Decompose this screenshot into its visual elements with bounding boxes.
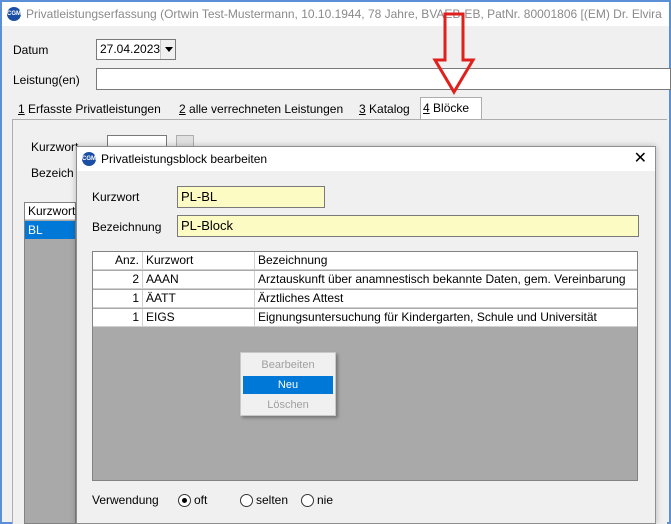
bg-block-list[interactable]: Kurzwort BL (24, 202, 76, 524)
dlg-bezeichnung-label: Bezeichnung (92, 220, 162, 234)
close-icon[interactable]: ✕ (634, 149, 647, 169)
table-row[interactable]: 1 ÄATT Ärztliches Attest (93, 290, 637, 308)
bg-kurzwort-label: Kurzwort (31, 140, 79, 154)
menu-item-neu[interactable]: Neu (243, 376, 333, 394)
dialog-title: Privatleistungsblock bearbeiten (101, 152, 268, 166)
bg-bezeichnung-label: Bezeich (31, 166, 74, 180)
table-header: Anz. Kurzwort Bezeichnung (93, 252, 637, 270)
datum-value: 27.04.2023 (100, 42, 161, 56)
dialog-app-icon: CGM (82, 152, 96, 166)
dialog-title-bar: CGM Privatleistungsblock bearbeiten ✕ (77, 147, 655, 171)
leistung-input[interactable] (96, 68, 671, 90)
radio-nie[interactable] (301, 494, 314, 507)
table-row[interactable]: 1 EIGS Eignungsuntersuchung für Kinderga… (93, 309, 637, 327)
cell-kurzwort: ÄATT (143, 290, 255, 308)
radio-nie-label[interactable]: nie (317, 493, 333, 507)
tab-erfasste-privatleistungen[interactable]: 1 Erfasste Privatleistungen (16, 99, 163, 119)
leistungen-table[interactable]: Anz. Kurzwort Bezeichnung 2 AAAN Arztaus… (92, 251, 638, 481)
radio-oft-label[interactable]: oft (194, 493, 207, 507)
cell-bezeichnung: Arztauskunft über anamnestisch bekannte … (258, 272, 626, 286)
cell-anz: 1 (93, 290, 143, 308)
cell-kurzwort: EIGS (143, 309, 255, 327)
context-menu: Bearbeiten Neu Löschen (240, 352, 336, 416)
dlg-kurzwort-input[interactable]: PL-BL (177, 186, 325, 208)
tab-katalog[interactable]: 3 Katalog (357, 99, 412, 119)
datum-label: Datum (13, 43, 49, 57)
datum-combo[interactable]: 27.04.2023 (96, 39, 176, 60)
radio-oft[interactable] (178, 494, 191, 507)
dlg-bezeichnung-input[interactable]: PL-Block (177, 215, 639, 237)
cell-bezeichnung: Ärztliches Attest (258, 291, 344, 305)
main-title-bar: CGM Privatleistungserfassung (Ortwin Tes… (2, 2, 669, 26)
verwendung-label: Verwendung (92, 493, 159, 507)
col-kurzwort-header[interactable]: Kurzwort (143, 252, 255, 270)
table-row[interactable]: 2 AAAN Arztauskunft über anamnestisch be… (93, 271, 637, 289)
col-anz-header[interactable]: Anz. (93, 252, 143, 270)
col-bezeichnung-header[interactable]: Bezeichnung (255, 252, 639, 270)
chevron-down-icon[interactable] (160, 40, 175, 59)
menu-item-bearbeiten[interactable]: Bearbeiten (243, 356, 333, 374)
dlg-kurzwort-label: Kurzwort (92, 190, 140, 204)
bg-list-header: Kurzwort (25, 203, 75, 220)
menu-item-loeschen[interactable]: Löschen (243, 396, 333, 414)
cell-anz: 2 (93, 271, 143, 289)
edit-block-dialog: CGM Privatleistungsblock bearbeiten ✕ Ku… (76, 146, 656, 524)
tab-bloecke[interactable]: 4 Blöcke (420, 97, 482, 119)
window-title: Privatleistungserfassung (Ortwin Test-Mu… (26, 7, 666, 21)
cell-kurzwort: AAAN (143, 271, 255, 289)
cell-bezeichnung: Eignungsuntersuchung für Kindergarten, S… (258, 310, 597, 324)
cell-anz: 1 (93, 309, 143, 327)
annotation-arrow-icon (432, 12, 476, 95)
app-icon: CGM (7, 7, 21, 21)
tab-alle-verrechneten-leistungen[interactable]: 2 alle verrechneten Leistungen (177, 99, 345, 119)
radio-selten[interactable] (240, 494, 253, 507)
leistung-label: Leistung(en) (13, 73, 80, 87)
radio-selten-label[interactable]: selten (256, 493, 288, 507)
bg-list-item[interactable]: BL (25, 221, 75, 239)
